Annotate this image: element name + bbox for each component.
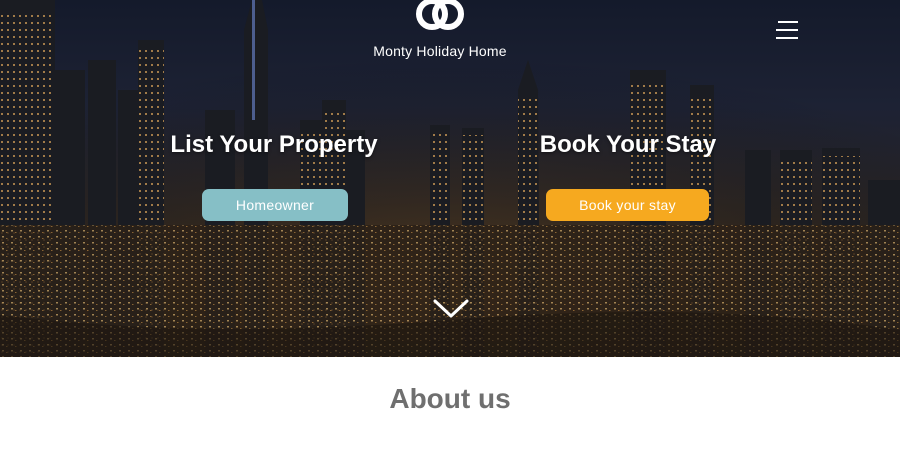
list-property-heading: List Your Property — [170, 131, 378, 158]
about-us-heading: About us — [389, 383, 511, 414]
hamburger-menu-icon[interactable] — [772, 18, 798, 42]
linked-rings-logo-icon[interactable] — [412, 0, 468, 40]
menu-line — [776, 37, 798, 39]
menu-line — [776, 29, 798, 31]
menu-line — [778, 21, 798, 23]
homeowner-button[interactable]: Homeowner — [202, 189, 348, 221]
book-stay-heading: Book Your Stay — [539, 131, 717, 158]
book-your-stay-button[interactable]: Book your stay — [546, 189, 709, 221]
hero-section: Monty Holiday Home List Your Property Bo… — [0, 0, 900, 357]
chevron-down-icon[interactable] — [432, 296, 470, 320]
brand-name[interactable]: Monty Holiday Home — [340, 43, 540, 59]
